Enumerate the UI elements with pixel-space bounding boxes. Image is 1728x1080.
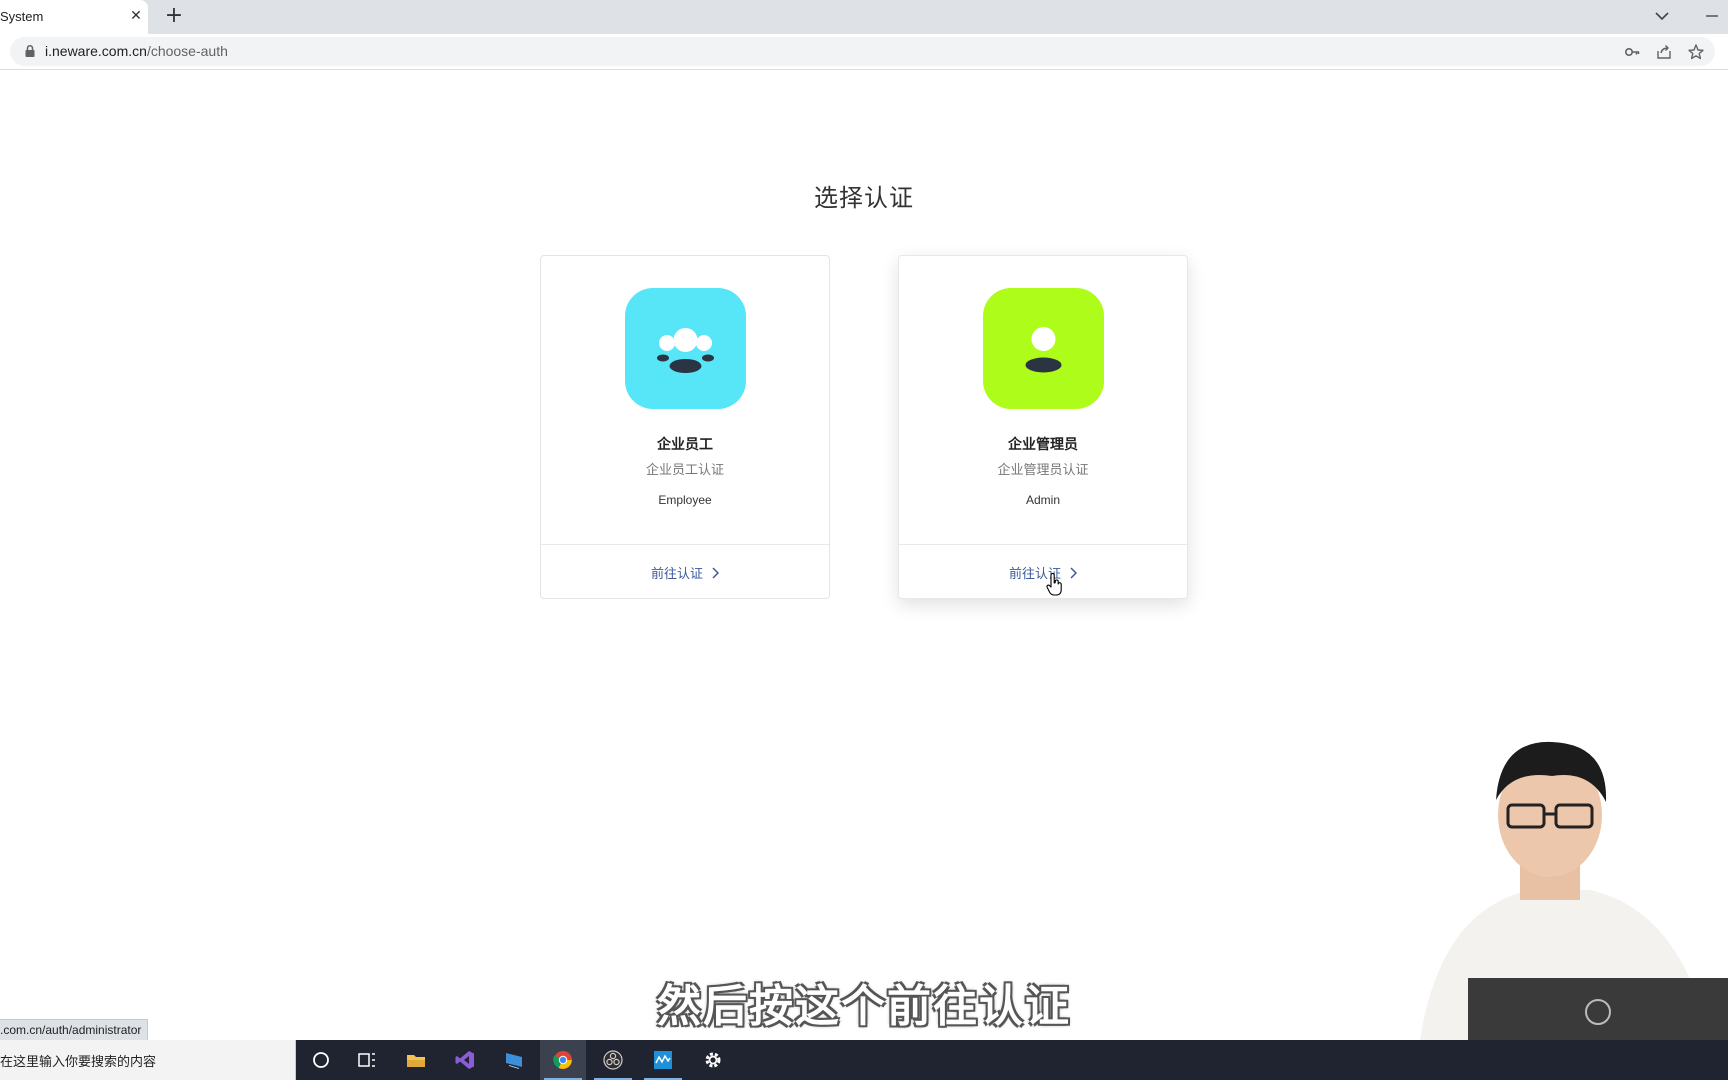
admin-auth-card[interactable]: 企业管理员 企业管理员认证 Admin 前往认证 bbox=[898, 255, 1188, 599]
go-auth-link-employee[interactable]: 前往认证 bbox=[541, 563, 829, 583]
tab-search-chevron-icon[interactable] bbox=[1652, 6, 1672, 26]
settings-button[interactable] bbox=[690, 1040, 736, 1080]
card-divider bbox=[899, 544, 1187, 545]
status-bar-url: .com.cn/auth/administrator bbox=[0, 1019, 149, 1041]
single-user-icon bbox=[1025, 327, 1062, 373]
go-auth-link-label: 前往认证 bbox=[650, 567, 703, 582]
window-minimize-icon[interactable] bbox=[1702, 6, 1722, 26]
cortana-button[interactable] bbox=[298, 1040, 344, 1080]
card-english-label: Employee bbox=[658, 493, 712, 507]
page-title: 选择认证 bbox=[814, 184, 914, 212]
chevron-right-icon bbox=[1070, 567, 1077, 579]
task-view-button[interactable] bbox=[344, 1040, 390, 1080]
card-subtitle: 企业员工认证 bbox=[645, 463, 724, 478]
tab-close-icon[interactable]: ✕ bbox=[128, 8, 144, 24]
tab-strip: System ✕ + bbox=[0, 0, 1728, 34]
webcam-presenter-overlay bbox=[1420, 741, 1728, 1040]
card-subtitle: 企业管理员认证 bbox=[997, 463, 1089, 478]
browser-toolbar: i.neware.com.cn/choose-auth bbox=[0, 34, 1728, 70]
lock-icon[interactable] bbox=[23, 44, 37, 58]
admin-icon-tile bbox=[983, 288, 1104, 409]
employee-auth-card[interactable]: 企业员工 企业员工认证 Employee 前往认证 bbox=[540, 255, 830, 599]
card-divider bbox=[541, 544, 829, 545]
obs-icon bbox=[603, 1050, 623, 1070]
file-explorer-icon bbox=[407, 1055, 425, 1067]
card-name: 企业管理员 bbox=[1008, 437, 1078, 453]
url-path: /choose-auth bbox=[146, 43, 228, 59]
bookmark-star-icon[interactable] bbox=[1687, 43, 1705, 61]
file-explorer-button[interactable] bbox=[393, 1040, 439, 1080]
task-view-icon bbox=[358, 1053, 375, 1067]
group-users-icon bbox=[657, 328, 714, 373]
chrome-icon bbox=[553, 1051, 572, 1069]
chevron-right-icon bbox=[712, 567, 719, 579]
taskbar-search-box[interactable]: 在这里输入你要搜索的内容 bbox=[0, 1040, 296, 1080]
hand-pointer-cursor-icon bbox=[1046, 573, 1062, 596]
visual-studio-icon bbox=[455, 1051, 474, 1069]
new-tab-button[interactable]: + bbox=[164, 5, 184, 27]
chrome-button[interactable] bbox=[540, 1040, 586, 1080]
browser-tab-active[interactable]: System ✕ bbox=[0, 0, 148, 34]
url-text[interactable]: i.neware.com.cn/choose-auth bbox=[45, 43, 228, 59]
monitor-app-button[interactable] bbox=[640, 1040, 686, 1080]
card-name: 企业员工 bbox=[657, 437, 713, 453]
app-icon bbox=[506, 1053, 522, 1069]
settings-icon bbox=[705, 1052, 721, 1068]
url-host: i.neware.com.cn bbox=[45, 43, 147, 59]
cortana-icon bbox=[313, 1052, 329, 1068]
card-english-label: Admin bbox=[1025, 493, 1060, 507]
go-auth-link-admin[interactable]: 前往认证 bbox=[899, 563, 1187, 583]
obs-button[interactable] bbox=[590, 1040, 636, 1080]
tab-title: System bbox=[0, 9, 44, 24]
address-bar[interactable]: i.neware.com.cn/choose-auth bbox=[10, 37, 1715, 66]
visual-studio-button[interactable] bbox=[442, 1040, 488, 1080]
key-icon[interactable] bbox=[1623, 43, 1641, 61]
share-icon[interactable] bbox=[1655, 43, 1673, 61]
windows-taskbar: 在这里输入你要搜索的内容 bbox=[0, 1040, 1728, 1080]
monitor-app-icon bbox=[654, 1051, 672, 1069]
app-button[interactable] bbox=[491, 1040, 537, 1080]
employee-icon-tile bbox=[625, 288, 746, 409]
taskbar-search-placeholder: 在这里输入你要搜索的内容 bbox=[0, 1055, 157, 1070]
